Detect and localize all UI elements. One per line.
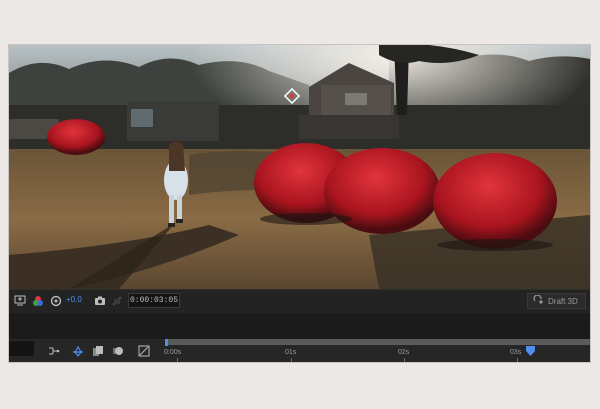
renderer-icon xyxy=(533,293,544,308)
region-of-interest-icon[interactable] xyxy=(13,294,27,308)
timeline-panel-header xyxy=(9,313,590,339)
ruler-tick xyxy=(177,358,178,362)
motion-blur-icon[interactable] xyxy=(111,344,125,358)
ruler-label: 03s xyxy=(510,349,522,356)
ruler-label: 0:00s xyxy=(164,349,182,356)
composition-mini-flowchart-icon[interactable] xyxy=(47,344,61,358)
ruler-tick xyxy=(517,358,518,362)
playhead[interactable] xyxy=(525,346,535,356)
exposure-value[interactable]: +0.0 xyxy=(66,295,82,304)
viewer-toolbar: +0.0 0:00:03:05 Draft 3D xyxy=(9,289,590,313)
current-time-field[interactable]: 0:00:03:05 xyxy=(128,293,180,308)
exposure-reset-icon[interactable] xyxy=(49,294,63,308)
show-snapshot-icon[interactable] xyxy=(110,294,124,308)
work-area-bar[interactable] xyxy=(166,339,590,345)
work-area-start-handle[interactable] xyxy=(165,339,168,346)
frame-blending-icon[interactable] xyxy=(91,344,105,358)
graph-editor-icon[interactable] xyxy=(137,344,151,358)
draft-3d-icon[interactable] xyxy=(71,344,85,358)
timeline-controls: 0:00s 01s 02s 03s xyxy=(9,339,590,362)
video-frame xyxy=(9,45,590,289)
ruler-label: 02s xyxy=(398,349,410,356)
ruler-tick xyxy=(404,358,405,362)
composition-viewer[interactable] xyxy=(9,45,590,289)
timeline-time-input[interactable] xyxy=(9,341,34,356)
color-channels-icon[interactable] xyxy=(31,294,45,308)
ruler-tick xyxy=(291,358,292,362)
snapshot-icon[interactable] xyxy=(93,294,107,308)
ruler-label: 01s xyxy=(285,349,297,356)
renderer-button[interactable]: Draft 3D xyxy=(527,293,586,309)
renderer-label: Draft 3D xyxy=(548,296,578,306)
composition-window: +0.0 0:00:03:05 Draft 3D 0:00s 01s 02s 0… xyxy=(9,45,590,362)
